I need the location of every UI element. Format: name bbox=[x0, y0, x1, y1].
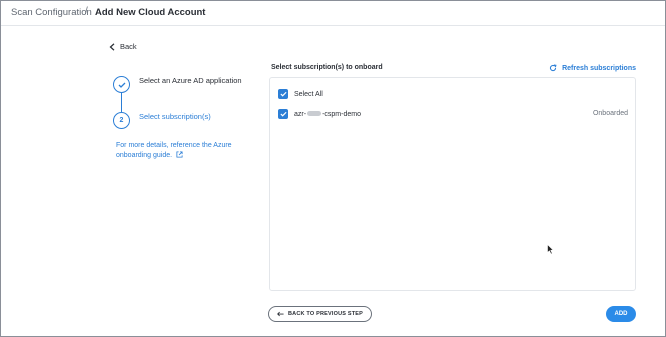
add-button[interactable]: ADD bbox=[606, 306, 636, 322]
breadcrumb-current-page: Add New Cloud Account bbox=[95, 7, 206, 18]
app-window: Scan Configuration / Add New Cloud Accou… bbox=[0, 0, 666, 337]
back-to-previous-step-button[interactable]: BACK TO PREVIOUS STEP bbox=[268, 306, 372, 322]
onboarding-guide-link[interactable]: For more details, reference the Azure on… bbox=[116, 141, 246, 161]
step-2-active-indicator: 2 bbox=[113, 112, 130, 129]
step-1-completed-indicator bbox=[113, 76, 130, 93]
mouse-pointer-icon bbox=[547, 244, 554, 255]
subscription-status: Onboarded bbox=[592, 110, 628, 117]
arrow-left-icon bbox=[277, 311, 284, 317]
breadcrumb-separator: / bbox=[85, 6, 88, 17]
previous-step-label: BACK TO PREVIOUS STEP bbox=[288, 311, 363, 317]
add-button-label: ADD bbox=[614, 311, 628, 317]
stepper-connector bbox=[121, 92, 122, 112]
back-link[interactable]: Back bbox=[109, 42, 137, 51]
checkmark-icon bbox=[279, 91, 287, 97]
chevron-left-icon bbox=[109, 42, 115, 51]
redacted-text bbox=[307, 111, 322, 117]
breadcrumb-scan-configuration[interactable]: Scan Configuration bbox=[11, 7, 92, 18]
step-2-label: Select subscription(s) bbox=[139, 112, 211, 121]
select-all-label: Select All bbox=[294, 90, 323, 98]
back-label: Back bbox=[120, 42, 137, 51]
subscriptions-list: Select All azr- -cspm-demo Onboarded bbox=[269, 77, 636, 291]
checkmark-icon bbox=[279, 111, 287, 117]
select-all-checkbox[interactable] bbox=[278, 89, 288, 99]
external-link-icon bbox=[176, 151, 183, 158]
breadcrumb: Scan Configuration / Add New Cloud Accou… bbox=[1, 1, 665, 26]
subscription-checkbox[interactable] bbox=[278, 109, 288, 119]
checkmark-icon bbox=[118, 82, 125, 88]
subscription-name: azr- -cspm-demo bbox=[294, 111, 361, 118]
step-1-label: Select an Azure AD application bbox=[139, 76, 242, 85]
refresh-subscriptions-button[interactable]: Refresh subscriptions bbox=[549, 64, 636, 72]
refresh-icon bbox=[550, 64, 557, 72]
refresh-label: Refresh subscriptions bbox=[562, 64, 636, 72]
subscription-name-prefix: azr- bbox=[294, 110, 307, 118]
select-all-row[interactable]: Select All bbox=[278, 89, 323, 99]
subscription-row[interactable]: azr- -cspm-demo bbox=[278, 109, 361, 119]
step-2-number: 2 bbox=[119, 117, 124, 124]
subscription-name-suffix: -cspm-demo bbox=[322, 110, 361, 118]
guide-link-text: For more details, reference the Azure on… bbox=[116, 142, 232, 159]
panel-title: Select subscription(s) to onboard bbox=[271, 64, 383, 71]
